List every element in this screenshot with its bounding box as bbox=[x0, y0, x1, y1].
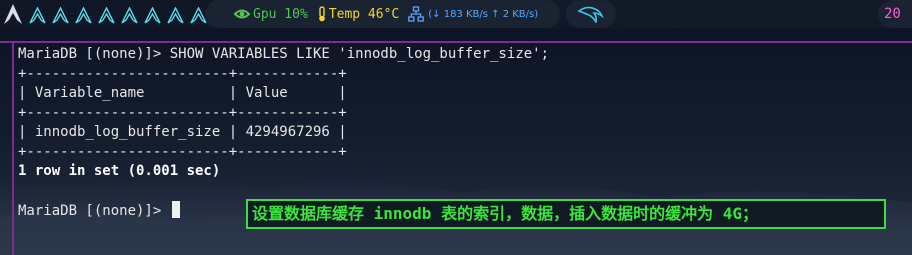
workspace-7[interactable] bbox=[166, 5, 185, 24]
workspace-switcher bbox=[28, 5, 231, 25]
temp-label: Temp 46°C bbox=[328, 6, 400, 22]
arch-icon bbox=[52, 7, 69, 24]
thermometer-icon bbox=[318, 6, 325, 22]
arch-icon bbox=[98, 7, 115, 24]
annotation-box: 设置数据库缓存 innodb 表的索引，数据，插入数据时的缓冲为 4G； bbox=[246, 199, 886, 229]
nvidia-icon bbox=[233, 9, 251, 19]
network-status[interactable]: (↓ 183 KB/s ↑ 2 KB/s) bbox=[408, 6, 538, 22]
top-status-bar: Gpu 10% Temp 46°C (↓ 183 KB/s ↑ 2 KB/s) … bbox=[0, 0, 912, 28]
workspace-5[interactable] bbox=[120, 5, 139, 24]
workspace-3[interactable] bbox=[74, 5, 93, 24]
workspace-2[interactable] bbox=[51, 5, 70, 24]
terminal-border-left bbox=[12, 41, 14, 255]
workspace-1[interactable] bbox=[28, 5, 47, 24]
command-line: MariaDB [(none)]> SHOW VARIABLES LIKE 'i… bbox=[18, 46, 550, 62]
temp-status[interactable]: Temp 46°C bbox=[317, 6, 399, 22]
workspace-6[interactable] bbox=[143, 5, 162, 24]
arch-icon bbox=[75, 7, 92, 24]
text-cursor bbox=[171, 201, 180, 218]
system-monitor-pill: Gpu 10% Temp 46°C (↓ 183 KB/s ↑ 2 KB/s) bbox=[205, 0, 560, 28]
clock-pill[interactable]: 20 bbox=[878, 0, 912, 28]
arch-icon bbox=[121, 7, 138, 24]
table-border: +------------------------+------------+ bbox=[18, 65, 347, 82]
gpu-label: Gpu 10% bbox=[253, 6, 308, 22]
network-label: (↓ 183 KB/s ↑ 2 KB/s) bbox=[428, 8, 539, 20]
kali-dragon-icon bbox=[577, 6, 604, 23]
arch-icon bbox=[144, 7, 161, 24]
table-border: +------------------------+------------+ bbox=[18, 104, 347, 121]
annotation-text: 设置数据库缓存 innodb 表的索引，数据，插入数据时的缓冲为 4G； bbox=[252, 204, 758, 223]
terminal-window[interactable]: MariaDB [(none)]> SHOW VARIABLES LIKE 'i… bbox=[0, 28, 912, 255]
arch-logo-icon[interactable] bbox=[3, 3, 23, 25]
kali-launcher[interactable] bbox=[566, 0, 616, 28]
gpu-status[interactable]: Gpu 10% bbox=[233, 7, 308, 22]
arch-icon bbox=[29, 7, 46, 24]
result-summary: 1 row in set (0.001 sec) bbox=[18, 163, 221, 179]
table-border: +------------------------+------------+ bbox=[18, 143, 347, 160]
table-row: | innodb_log_buffer_size | 4294967296 | bbox=[18, 124, 347, 140]
network-icon bbox=[408, 6, 425, 22]
table-header-row: | Variable_name | Value | bbox=[18, 85, 347, 101]
clock-text: 20 bbox=[884, 6, 901, 22]
workspace-4[interactable] bbox=[97, 5, 116, 24]
prompt-text: MariaDB [(none)]> bbox=[18, 203, 170, 219]
terminal-border-top bbox=[0, 41, 912, 43]
arch-icon bbox=[167, 7, 184, 24]
terminal-output: MariaDB [(none)]> SHOW VARIABLES LIKE 'i… bbox=[18, 45, 549, 222]
